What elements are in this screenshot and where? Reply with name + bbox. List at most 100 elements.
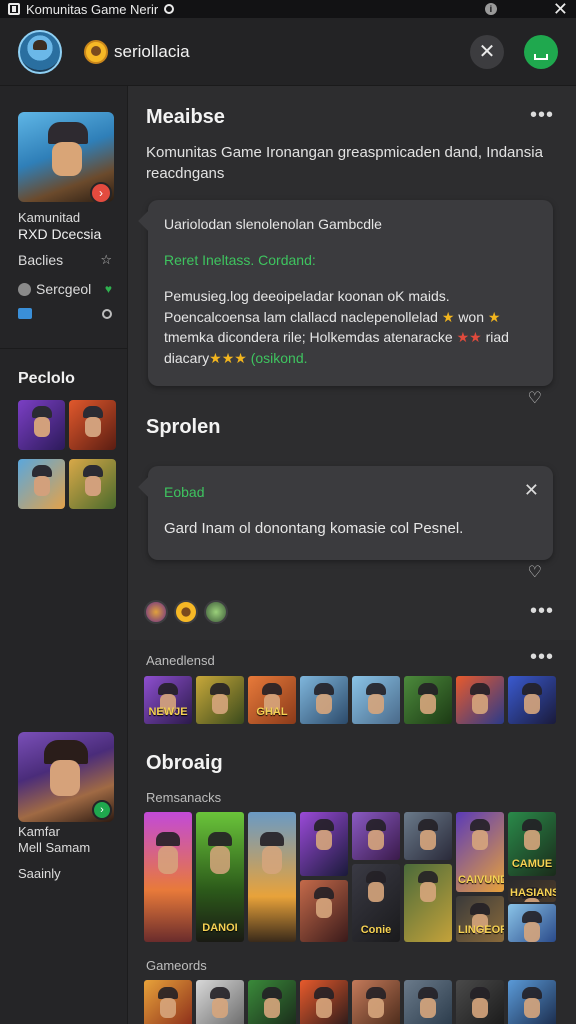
game-tile[interactable]: NEWJE	[144, 676, 192, 724]
sidebar-item-baclies[interactable]: Baclies ☆	[18, 252, 112, 268]
avatar[interactable]	[18, 29, 62, 74]
game-tile[interactable]	[352, 812, 400, 860]
star-icon: ★★★	[209, 349, 247, 366]
game-tile[interactable]: Conie	[352, 864, 400, 942]
game-tile[interactable]	[508, 980, 556, 1024]
game-tile[interactable]	[196, 676, 244, 724]
profile-line1: Kamunitad	[18, 210, 81, 225]
top-bar: seriollacia ✕	[0, 18, 576, 86]
window-title: Komunitas Game Nerir	[26, 1, 159, 17]
user-chip[interactable]: seriollacia	[84, 39, 190, 64]
username: seriollacia	[114, 41, 190, 61]
game-tile[interactable]	[144, 980, 192, 1024]
card-body: Gard Inam ol donontang komasie col Pesne…	[164, 520, 464, 537]
card-highlight[interactable]: Reret Ineltass. Cordand:	[164, 252, 316, 268]
close-button[interactable]: ✕	[470, 34, 504, 69]
game-tile[interactable]	[404, 676, 452, 724]
sidebar-item-label: Sercgeol	[36, 281, 92, 297]
bird-icon: ♥	[104, 282, 112, 296]
sidebar-item-sercgeol[interactable]: Sercgeol ♥	[18, 281, 112, 297]
game-thumbnail[interactable]	[18, 459, 65, 509]
card-body-text: tmemka dicondera rile; Holkemdas atenara…	[164, 329, 453, 345]
game-tile[interactable]	[456, 980, 504, 1024]
sidebar-section-title: Peclolo	[18, 370, 75, 387]
game-thumbnail[interactable]	[69, 400, 116, 450]
card-body-text: Pemusieg.log deeoipeladar koonan oK maid…	[164, 288, 450, 325]
bottom-line1: Kamfar	[18, 824, 60, 839]
heart-icon[interactable]: ♡	[528, 388, 542, 408]
subsection-title: Remsanacks	[146, 790, 222, 805]
game-tile[interactable]: LINGEOR	[456, 896, 504, 942]
star-icon: ☆	[100, 252, 112, 267]
section-title-sprolen: Sprolen	[146, 416, 221, 438]
user-badge-icon	[84, 39, 108, 64]
bottom-line2: Mell Samam	[18, 840, 91, 855]
avatar[interactable]	[144, 600, 168, 624]
search-icon[interactable]	[102, 308, 112, 319]
close-icon[interactable]: ✕	[553, 0, 568, 18]
game-tile[interactable]	[352, 676, 400, 724]
message-icon[interactable]	[18, 308, 32, 319]
card-body-text: won	[458, 308, 484, 325]
game-tile[interactable]	[352, 980, 400, 1024]
game-tile[interactable]	[144, 812, 192, 942]
avatar[interactable]	[174, 600, 198, 624]
message-card: Eobad ✕ Gard Inam ol donontang komasie c…	[148, 466, 553, 560]
game-tile[interactable]	[508, 904, 556, 942]
star-icon: ★	[487, 308, 501, 325]
reaction-avatars[interactable]	[144, 600, 228, 624]
game-tile[interactable]	[404, 864, 452, 942]
more-menu-icon[interactable]: •••	[530, 646, 554, 669]
card-body: Pemusieg.log deeoipeladar koonan oK maid…	[164, 286, 544, 368]
game-tile[interactable]	[456, 676, 504, 724]
close-icon[interactable]: ✕	[524, 480, 539, 501]
sidebar-item-label: Baclies	[18, 252, 64, 268]
game-tile[interactable]	[404, 980, 452, 1024]
sidebar: › Kamunitad RXD Dcecsia Baclies ☆ Sercge…	[0, 86, 128, 1024]
heart-icon[interactable]: ♡	[528, 562, 542, 582]
description: Komunitas Game Ironangan greaspmicaden d…	[146, 144, 543, 182]
game-tile[interactable]: DANOI	[196, 812, 244, 942]
subsection-title: Gameords	[146, 958, 207, 973]
game-tile[interactable]	[300, 812, 348, 876]
avatar[interactable]	[204, 600, 228, 624]
star-icon: ★	[441, 308, 455, 325]
check-icon	[18, 282, 31, 296]
game-tile[interactable]: CAMUE	[508, 812, 556, 876]
divider	[0, 348, 128, 349]
status-bar: Komunitas Game Nerir i ✕	[0, 0, 576, 18]
game-tile[interactable]	[196, 980, 244, 1024]
main-panel: Meaibse ••• Komunitas Game Ironangan gre…	[128, 86, 576, 1024]
game-tile[interactable]	[300, 880, 348, 942]
online-badge: ›	[92, 800, 112, 820]
page-title: Meaibse	[146, 106, 225, 128]
sidebar-tools	[18, 308, 112, 319]
game-tile[interactable]: CAIVUND	[456, 812, 504, 892]
info-icon[interactable]: i	[484, 3, 497, 15]
game-tile[interactable]: GHAL	[248, 676, 296, 724]
subsection-title: Aanedlensd	[146, 653, 215, 668]
game-tile[interactable]	[300, 676, 348, 724]
game-tile[interactable]	[404, 812, 452, 860]
section-title-obroaig: Obroaig	[146, 752, 223, 774]
message-card: Uariolodan slenolenolan Gambcdle Reret I…	[148, 200, 553, 386]
game-tile[interactable]	[248, 980, 296, 1024]
card-highlight[interactable]: Eobad	[164, 484, 204, 500]
game-tile[interactable]	[300, 980, 348, 1024]
app-icon	[8, 3, 20, 15]
game-tile[interactable]	[248, 812, 296, 942]
game-tile[interactable]	[508, 676, 556, 724]
close-icon: ✕	[478, 41, 496, 63]
game-thumbnail[interactable]	[18, 400, 65, 450]
game-thumbnail[interactable]	[69, 459, 116, 509]
notification-badge[interactable]: ›	[90, 182, 112, 204]
download-button[interactable]	[524, 34, 558, 69]
bottom-line3: Saainly	[18, 866, 61, 881]
more-menu-icon[interactable]: •••	[530, 104, 554, 127]
more-menu-icon[interactable]: •••	[530, 600, 554, 623]
game-tile[interactable]: HASIANS	[508, 880, 556, 902]
star-icon: ★★	[456, 329, 482, 345]
card-title: Uariolodan slenolenolan Gambcdle	[164, 216, 382, 232]
card-link[interactable]: (osikond.	[251, 350, 308, 366]
signal-icon	[164, 4, 175, 14]
